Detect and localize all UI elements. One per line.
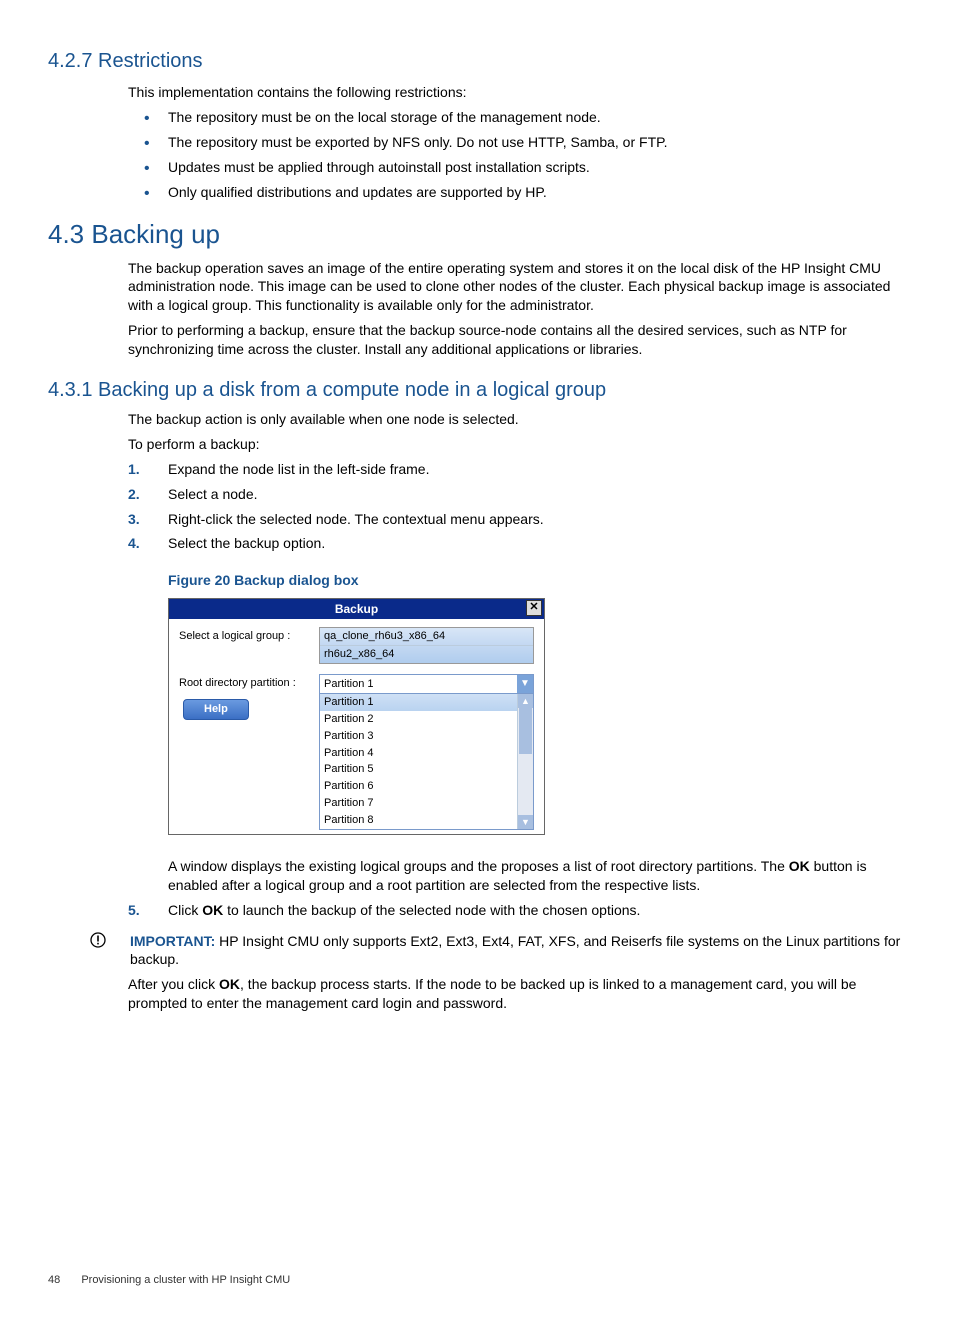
restriction-item: Updates must be applied through autoinst… (168, 158, 906, 177)
logical-group-label: Select a logical group : (179, 627, 319, 664)
important-icon (88, 932, 108, 970)
step-3: Right-click the selected node. The conte… (128, 510, 906, 529)
partition-option[interactable]: Partition 3 (320, 728, 533, 745)
backup-para-2: Prior to performing a backup, ensure tha… (128, 321, 906, 359)
footer-title: Provisioning a cluster with HP Insight C… (81, 1274, 290, 1286)
partition-option[interactable]: Partition 7 (320, 795, 533, 812)
close-icon[interactable]: ✕ (526, 600, 542, 616)
partition-option[interactable]: Partition 2 (320, 711, 533, 728)
backup-steps: Expand the node list in the left-side fr… (128, 460, 906, 554)
group-option[interactable]: qa_clone_rh6u3_x86_64 (320, 628, 533, 646)
scroll-thumb[interactable] (519, 708, 532, 754)
partition-option[interactable]: Partition 6 (320, 778, 533, 795)
figure-explain: A window displays the existing logical g… (168, 857, 906, 895)
restriction-item: Only qualified distributions and updates… (168, 183, 906, 202)
backup-steps-cont: Click OK to launch the backup of the sel… (128, 901, 906, 920)
backup-steps-intro: To perform a backup: (128, 435, 906, 454)
heading-4-3-1: 4.3.1 Backing up a disk from a compute n… (48, 377, 906, 404)
step-5: Click OK to launch the backup of the sel… (128, 901, 906, 920)
important-label: IMPORTANT: (130, 933, 215, 949)
restrictions-intro: This implementation contains the followi… (128, 83, 906, 102)
help-button[interactable]: Help (183, 699, 249, 720)
backup-dialog: Backup ✕ Select a logical group : qa_clo… (168, 598, 545, 835)
figure-20-caption: Figure 20 Backup dialog box (168, 571, 906, 590)
important-note: IMPORTANT: HP Insight CMU only supports … (88, 932, 906, 970)
combo-value: Partition 1 (320, 677, 517, 692)
important-body: HP Insight CMU only supports Ext2, Ext3,… (130, 933, 900, 968)
heading-4-3: 4.3 Backing up (48, 217, 906, 252)
dialog-title-text: Backup (335, 602, 378, 616)
partition-option[interactable]: Partition 1 (320, 694, 533, 711)
chevron-down-icon[interactable]: ▼ (517, 675, 533, 693)
backup-para-1: The backup operation saves an image of t… (128, 259, 906, 316)
dialog-titlebar: Backup ✕ (169, 599, 544, 619)
restriction-item: The repository must be on the local stor… (168, 108, 906, 127)
scroll-up-icon[interactable]: ▲ (518, 694, 533, 708)
heading-4-2-7: 4.2.7 Restrictions (48, 48, 906, 75)
scroll-down-icon[interactable]: ▼ (518, 815, 533, 829)
step-2: Select a node. (128, 485, 906, 504)
partition-option[interactable]: Partition 8 (320, 812, 533, 829)
step-4: Select the backup option. (128, 534, 906, 553)
backup-action-note: The backup action is only available when… (128, 410, 906, 429)
partition-option[interactable]: Partition 5 (320, 761, 533, 778)
restrictions-list: The repository must be on the local stor… (128, 108, 906, 202)
restriction-item: The repository must be exported by NFS o… (168, 133, 906, 152)
logical-group-list[interactable]: qa_clone_rh6u3_x86_64 rh6u2_x86_64 (319, 627, 534, 664)
scrollbar[interactable]: ▲ ▼ (517, 694, 533, 829)
partition-listbox[interactable]: Partition 1 Partition 2 Partition 3 Part… (319, 694, 534, 830)
page-footer: 48 Provisioning a cluster with HP Insigh… (48, 1273, 906, 1288)
root-partition-combo[interactable]: Partition 1 ▼ (319, 674, 534, 694)
group-option[interactable]: rh6u2_x86_64 (320, 646, 533, 663)
after-important: After you click OK, the backup process s… (128, 975, 906, 1013)
step-1: Expand the node list in the left-side fr… (128, 460, 906, 479)
root-partition-label: Root directory partition : (179, 676, 319, 691)
page-number: 48 (48, 1273, 60, 1288)
partition-option[interactable]: Partition 4 (320, 745, 533, 762)
